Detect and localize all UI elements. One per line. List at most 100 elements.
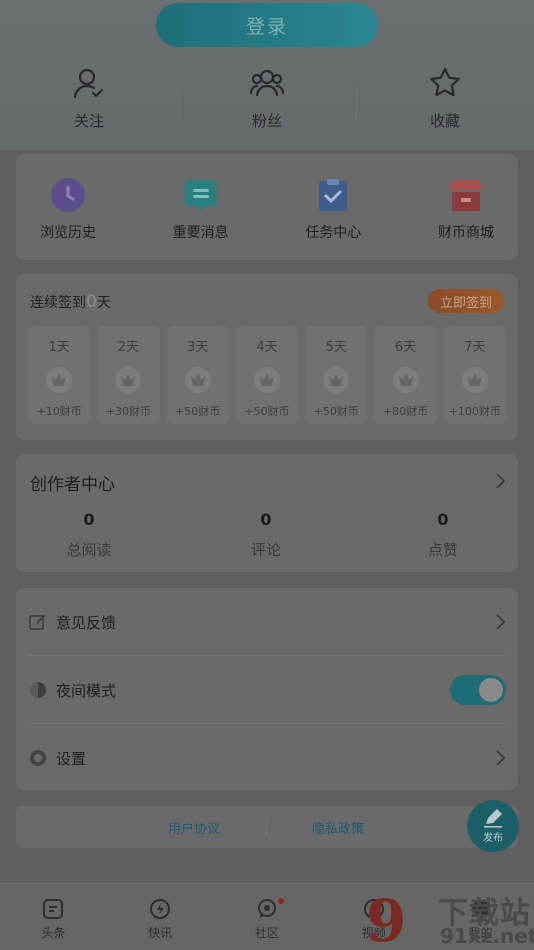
- quick-tasks-label: 任务中心: [305, 225, 362, 241]
- signin-streak: 连续签到0天: [30, 292, 111, 312]
- profile-page: 登录 关注 粉丝 收藏 浏览历史 重要消息 任务中心 财币商城 连续签到0天 立…: [0, 0, 534, 950]
- signin-button[interactable]: 立即签到: [428, 289, 504, 313]
- signin-days-count: 0: [86, 292, 97, 312]
- creator-title: 创作者中心: [30, 475, 115, 495]
- signin-day: 6天 +80财币: [374, 326, 437, 424]
- creator-stats: 0 总阅读 0 评论 0 点赞: [16, 510, 518, 560]
- signin-day-reward: +100财币: [448, 405, 501, 418]
- flash-icon: [150, 899, 171, 919]
- tab-headlines[interactable]: 头条: [0, 884, 107, 950]
- quick-history[interactable]: 浏览历史: [28, 154, 108, 260]
- quick-messages[interactable]: 重要消息: [161, 154, 241, 260]
- publish-label: 发布: [483, 833, 503, 844]
- signin-day-label: 4天: [256, 340, 278, 355]
- watermark-logo: 9: [366, 887, 407, 950]
- notification-dot: [277, 898, 284, 904]
- signin-day: 7天 +100财币: [443, 326, 506, 424]
- crown-icon: [323, 367, 350, 393]
- quick-messages-label: 重要消息: [172, 225, 229, 241]
- creator-stat-label: 总阅读: [66, 541, 112, 559]
- tab-flash[interactable]: 快讯: [107, 884, 214, 950]
- signin-card: 连续签到0天 立即签到 1天 +10财币 2天 +30财币 3天 +50财币 4…: [16, 274, 518, 440]
- signin-days-row: 1天 +10财币 2天 +30财币 3天 +50财币 4天 +50财币 5天 +…: [28, 326, 506, 424]
- creator-center-card[interactable]: 创作者中心 0 总阅读 0 评论 0 点赞: [16, 454, 518, 572]
- chevron-right-icon: [496, 614, 506, 630]
- star-icon: [430, 67, 460, 97]
- creator-stat-likes: 0 点赞: [398, 510, 488, 560]
- divider: [266, 818, 267, 836]
- settings-card: 意见反馈 夜间模式 设置: [16, 588, 518, 790]
- signin-day-label: 2天: [117, 340, 140, 355]
- login-button[interactable]: 登录: [156, 3, 378, 47]
- creator-stat-label: 点赞: [427, 541, 458, 559]
- crown-icon: [461, 367, 488, 393]
- signin-day-label: 1天: [48, 340, 70, 355]
- signin-day: 2天 +30财币: [97, 326, 160, 424]
- settings-settings-label: 设置: [56, 749, 87, 768]
- gear-icon: [28, 748, 48, 768]
- users-icon: [250, 69, 284, 97]
- legal-links-bar: 用户协议 隐私政策: [16, 806, 518, 848]
- toggle-knob: [479, 678, 503, 702]
- signin-day-reward: +50财币: [175, 405, 221, 418]
- watermark-url: 91xz.net: [440, 924, 534, 948]
- creator-stat-value: 0: [260, 510, 272, 529]
- chevron-right-icon: [496, 750, 506, 766]
- publish-button[interactable]: 发布: [467, 800, 519, 852]
- user-agreement-link[interactable]: 用户协议: [168, 818, 220, 837]
- signin-day-reward: +10财币: [36, 405, 82, 418]
- creator-stat-reads: 0 总阅读: [44, 510, 134, 560]
- stat-following[interactable]: 关注: [0, 66, 178, 136]
- news-icon: [43, 899, 64, 919]
- settings-feedback-label: 意见反馈: [56, 613, 117, 632]
- chevron-right-icon: [496, 473, 506, 489]
- social-stats: 关注 粉丝 收藏: [0, 66, 534, 136]
- stat-followers[interactable]: 粉丝: [178, 66, 356, 136]
- settings-night-label: 夜间模式: [56, 681, 117, 700]
- quick-store-label: 财币商城: [437, 225, 494, 241]
- signin-day-label: 3天: [187, 340, 209, 355]
- signin-day: 3天 +50财币: [166, 326, 229, 424]
- tab-community[interactable]: 社区: [214, 884, 321, 950]
- stat-following-label: 关注: [73, 112, 104, 130]
- creator-stat-label: 评论: [250, 541, 281, 559]
- privacy-policy-link[interactable]: 隐私政策: [312, 818, 364, 837]
- night-mode-toggle[interactable]: [450, 675, 506, 705]
- creator-stat-value: 0: [437, 510, 449, 529]
- quick-tasks[interactable]: 任务中心: [293, 154, 373, 260]
- settings-night-row: 夜间模式: [16, 656, 518, 724]
- signin-day-reward: +30财币: [105, 405, 152, 418]
- signin-day-reward: +80财币: [382, 405, 429, 418]
- signin-prefix: 连续签到: [30, 295, 86, 311]
- clock-icon: [51, 178, 85, 212]
- store-icon: [449, 178, 483, 212]
- signin-day-reward: +50财币: [313, 405, 359, 418]
- signin-day-label: 5天: [325, 340, 347, 355]
- stat-favorites[interactable]: 收藏: [356, 66, 534, 136]
- crown-icon: [253, 367, 280, 393]
- crown-icon: [392, 367, 419, 393]
- signin-suffix: 天: [96, 295, 111, 311]
- tab-label: 快讯: [148, 926, 173, 940]
- settings-settings-row[interactable]: 设置: [16, 724, 518, 792]
- quick-store[interactable]: 财币商城: [426, 154, 506, 260]
- pen-icon: [484, 809, 502, 828]
- crown-icon: [115, 367, 142, 393]
- tab-label: 头条: [41, 926, 66, 940]
- signin-day: 5天 +50财币: [305, 326, 368, 424]
- settings-feedback-row[interactable]: 意见反馈: [16, 588, 518, 656]
- site-watermark: 9 下载站 91xz.net: [366, 888, 534, 950]
- edit-icon: [28, 612, 48, 632]
- stat-favorites-label: 收藏: [429, 112, 460, 130]
- signin-day: 1天 +10财币: [28, 326, 91, 424]
- message-icon: [184, 178, 218, 212]
- chat-icon: [257, 899, 276, 918]
- quick-actions-card: 浏览历史 重要消息 任务中心 财币商城: [16, 154, 518, 260]
- crown-icon: [46, 367, 73, 393]
- crown-icon: [184, 367, 211, 393]
- tab-label: 社区: [254, 926, 279, 940]
- quick-history-label: 浏览历史: [40, 225, 96, 241]
- stat-followers-label: 粉丝: [251, 112, 282, 130]
- user-check-icon: [73, 68, 104, 99]
- signin-day-label: 7天: [464, 340, 486, 355]
